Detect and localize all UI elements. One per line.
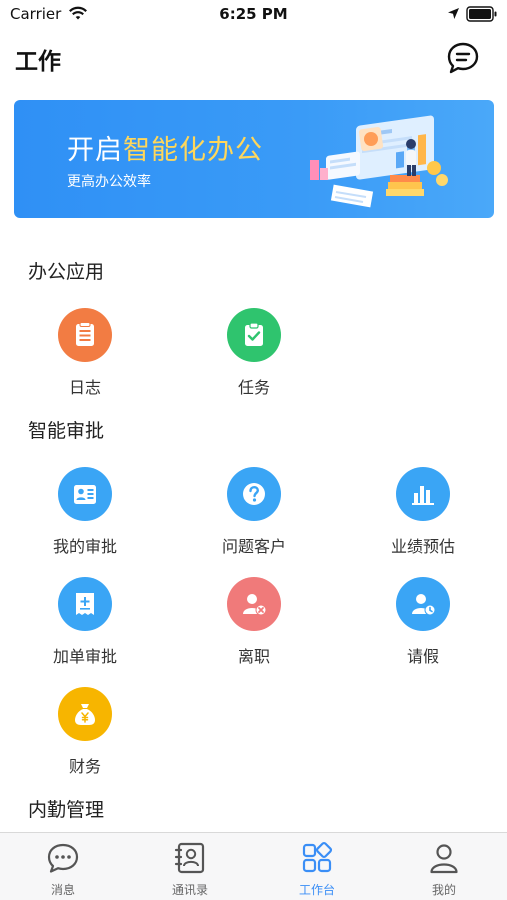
profile-icon — [430, 844, 458, 874]
tab-label-workbench: 工作台 — [298, 883, 335, 897]
user-clock-icon — [396, 577, 450, 631]
tab-bar: 消息 通讯录 工作台 我的 — [0, 832, 507, 900]
app-log[interactable]: 日志 — [25, 308, 145, 398]
tab-label-messages: 消息 — [50, 883, 75, 897]
notebook-icon — [58, 308, 112, 362]
location-arrow-icon — [448, 8, 459, 19]
workbench-grid-icon — [302, 841, 333, 873]
tab-label-profile: 我的 — [431, 883, 456, 897]
app-task[interactable]: 任务 — [194, 308, 314, 398]
tab-workbench[interactable]: 工作台 — [254, 833, 380, 900]
app-label-log: 日志 — [68, 378, 101, 397]
app-label-my-approval: 我的审批 — [52, 537, 117, 556]
app-label-problem-customer: 问题客户 — [221, 537, 286, 556]
message-icon — [47, 843, 79, 873]
section-title-internal: 内勤管理 — [28, 799, 105, 821]
contacts-icon — [174, 842, 205, 874]
app-label-task: 任务 — [237, 378, 270, 397]
bar-chart-icon — [396, 467, 450, 521]
banner-title-plain: 开启 — [67, 135, 123, 166]
section-title-approval: 智能审批 — [28, 420, 105, 442]
chat-bubble-icon[interactable] — [445, 40, 481, 76]
clipboard-check-icon — [227, 308, 281, 362]
battery-icon — [466, 6, 497, 22]
app-my-approval[interactable]: 我的审批 — [25, 467, 145, 557]
app-label-add-order: 加单审批 — [52, 647, 117, 666]
tab-profile[interactable]: 我的 — [381, 833, 507, 900]
app-label-performance: 业绩预估 — [390, 537, 455, 556]
app-finance[interactable]: 财务 — [25, 687, 145, 777]
tab-label-contacts: 通讯录 — [171, 883, 208, 897]
banner-subtitle: 更高办公效率 — [67, 174, 151, 190]
tab-contacts[interactable]: 通讯录 — [127, 833, 253, 900]
add-receipt-icon — [58, 577, 112, 631]
app-label-finance: 财务 — [68, 757, 101, 776]
status-bar: Carrier 6:25 PM — [0, 0, 507, 30]
section-title-office: 办公应用 — [28, 261, 105, 283]
app-resign[interactable]: 离职 — [194, 577, 314, 667]
promo-banner[interactable]: 开启智能化办公 更高办公效率 — [14, 100, 494, 218]
question-icon — [227, 467, 281, 521]
id-card-icon — [58, 467, 112, 521]
app-label-leave: 请假 — [406, 647, 439, 666]
app-problem-customer[interactable]: 问题客户 — [194, 467, 314, 557]
office-illustration-icon — [310, 115, 448, 208]
banner-title-highlight: 智能化办公 — [123, 135, 263, 166]
page-title: 工作 — [15, 49, 61, 75]
money-bag-icon — [58, 687, 112, 741]
banner-title: 开启智能化办公 — [67, 128, 263, 167]
app-leave[interactable]: 请假 — [363, 577, 483, 667]
user-remove-icon — [227, 577, 281, 631]
clock: 6:25 PM — [219, 5, 288, 23]
app-add-order[interactable]: 加单审批 — [25, 577, 145, 667]
tab-messages[interactable]: 消息 — [0, 833, 126, 900]
app-performance[interactable]: 业绩预估 — [363, 467, 483, 557]
app-label-resign: 离职 — [237, 647, 270, 666]
